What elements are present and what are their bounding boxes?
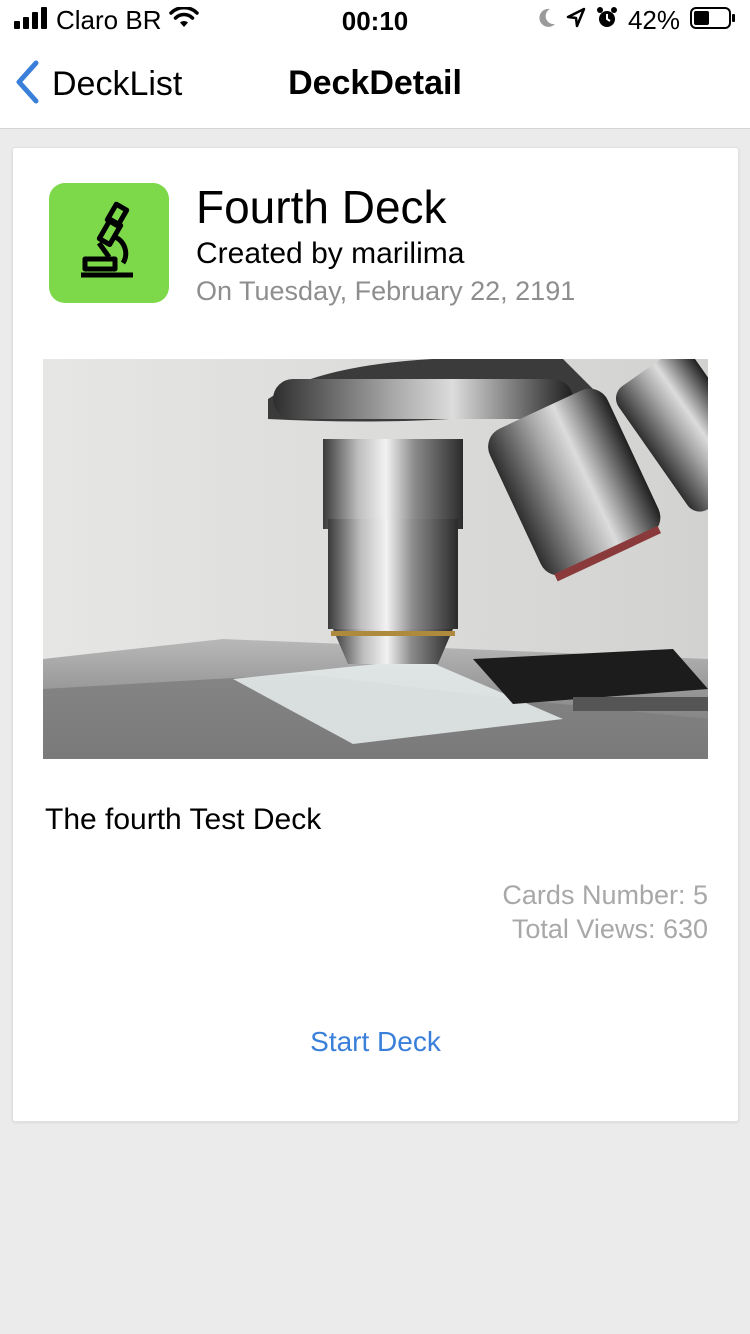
- deck-title: Fourth Deck: [196, 181, 447, 233]
- battery-percent: 42%: [627, 4, 680, 35]
- deck-cover-image: [43, 359, 708, 759]
- deck-author: Created by marilima: [196, 237, 465, 270]
- location-icon: [566, 7, 586, 34]
- page-title: DeckDetail: [288, 64, 462, 102]
- deck-icon-tile: [49, 183, 169, 303]
- total-views: Total Views: 630: [511, 914, 708, 944]
- status-bar: Claro BR 00:10 42%: [0, 0, 750, 40]
- deck-description: The fourth Test Deck: [45, 803, 322, 836]
- deck-card: Fourth Deck Created by marilima On Tuesd…: [12, 147, 739, 1122]
- navigation-bar: DeckList DeckDetail: [0, 40, 750, 129]
- start-deck-button[interactable]: Start Deck: [13, 1026, 738, 1058]
- deck-stats: Cards Number: 5 Total Views: 630: [502, 878, 708, 946]
- moon-icon: [536, 7, 556, 34]
- battery-icon: [690, 6, 736, 35]
- microscope-icon: [79, 201, 139, 286]
- deck-date: On Tuesday, February 22, 2191: [196, 276, 576, 306]
- cards-number: Cards Number: 5: [502, 880, 708, 910]
- alarm-icon: [596, 6, 618, 35]
